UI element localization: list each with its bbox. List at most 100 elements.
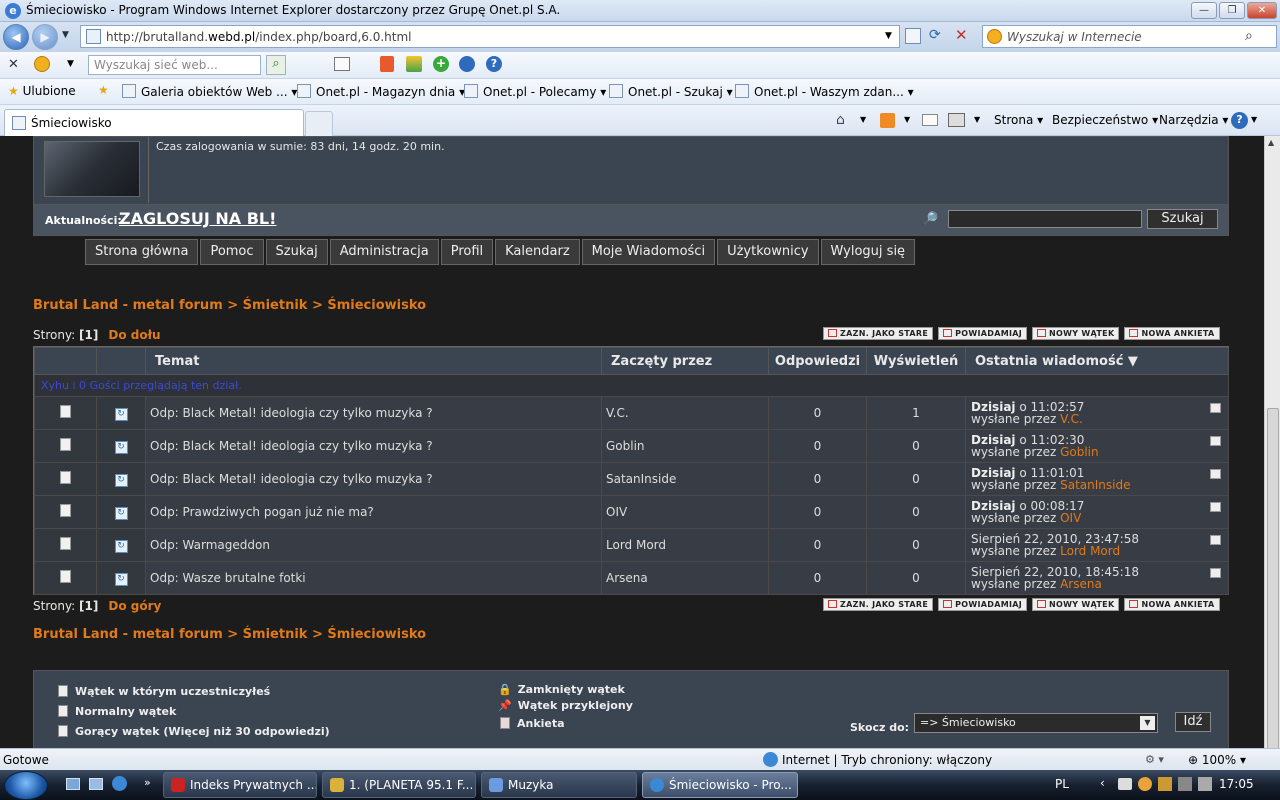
topic-author[interactable]: V.C. xyxy=(601,396,769,430)
jump-select[interactable]: => Śmieciowisko ▼ xyxy=(914,713,1158,733)
mark-read-button[interactable]: ZAZN. JAKO STARE xyxy=(823,327,934,340)
maximize-button[interactable]: ❐ xyxy=(1219,2,1245,19)
toolbar-window-icon[interactable] xyxy=(334,57,350,71)
menu-calendar[interactable]: Kalendarz xyxy=(495,239,580,265)
goto-last-icon[interactable] xyxy=(1210,403,1221,413)
tools-menu[interactable]: Narzędzia ▾ xyxy=(1159,113,1228,127)
forum-search-input[interactable] xyxy=(948,210,1142,228)
menu-users[interactable]: Użytkownicy xyxy=(717,239,819,265)
last-post-user[interactable]: SatanInside xyxy=(1060,478,1130,492)
web-search-go-icon[interactable]: ⌕ xyxy=(266,55,286,75)
tray-icon-3[interactable] xyxy=(1158,777,1172,791)
menu-home[interactable]: Strona główna xyxy=(85,239,199,265)
address-dropdown-icon[interactable]: ▼ xyxy=(885,31,892,41)
menu-search[interactable]: Szukaj xyxy=(265,239,328,265)
quicklaunch-more-icon[interactable]: » xyxy=(144,776,151,789)
clock[interactable]: 17:05 xyxy=(1219,777,1254,791)
favorite-link-5[interactable]: Onet.pl - Waszym zdan... ▾ xyxy=(735,84,914,99)
network-icon[interactable] xyxy=(1178,777,1192,791)
page-menu[interactable]: Strona ▾ xyxy=(994,113,1043,127)
taskbar-item-3[interactable]: Muzyka xyxy=(481,772,637,798)
web-search-input[interactable]: Wyszukaj sieć web... xyxy=(88,55,261,75)
rss-icon[interactable] xyxy=(880,113,895,128)
col-started[interactable]: Zaczęty przez xyxy=(601,347,769,375)
volume-icon[interactable] xyxy=(1198,777,1212,791)
col-views[interactable]: Wyświetleń xyxy=(866,347,966,375)
topic-author[interactable]: OIV xyxy=(601,495,769,529)
topic-author[interactable]: Arsena xyxy=(601,561,769,595)
favorite-link-2[interactable]: Onet.pl - Magazyn dnia ▾ xyxy=(297,84,465,99)
last-post-user[interactable]: OIV xyxy=(1060,511,1081,525)
compatibility-icon[interactable] xyxy=(905,28,921,44)
menu-profile[interactable]: Profil xyxy=(440,239,494,265)
goto-last-icon[interactable] xyxy=(1210,469,1221,479)
new-poll-button[interactable]: NOWA ANKIETA xyxy=(1124,598,1220,611)
help-menu-icon[interactable]: ? xyxy=(1231,112,1248,129)
goto-last-icon[interactable] xyxy=(1210,568,1221,578)
home-icon[interactable]: ⌂ xyxy=(836,112,845,128)
taskbar-item-1[interactable]: Indeks Prywatnych ... xyxy=(163,772,317,798)
onet-logo-icon[interactable] xyxy=(34,56,50,72)
ie-quicklaunch-icon[interactable] xyxy=(112,776,127,791)
new-poll-button[interactable]: NOWA ANKIETA xyxy=(1124,327,1220,340)
tray-icon-2[interactable] xyxy=(1138,777,1152,791)
up-link[interactable]: Do góry xyxy=(108,599,161,613)
rss-dropdown-icon[interactable]: ▼ xyxy=(904,115,910,124)
minimize-button[interactable]: — xyxy=(1191,2,1217,19)
security-menu[interactable]: Bezpieczeństwo ▾ xyxy=(1052,113,1158,127)
favorite-link-3[interactable]: Onet.pl - Polecamy ▾ xyxy=(464,84,606,99)
mail-icon[interactable] xyxy=(922,114,938,126)
back-button[interactable]: ◀ xyxy=(3,24,29,50)
topic-link[interactable]: Odp: Black Metal! ideologia czy tylko mu… xyxy=(145,396,602,430)
toolbar-bookmark-icon[interactable] xyxy=(380,56,394,72)
close-toolbar-icon[interactable]: ✕ xyxy=(8,57,19,72)
down-link[interactable]: Do dołu xyxy=(108,328,160,342)
forum-search-button[interactable]: Szukaj xyxy=(1147,209,1218,229)
help-icon[interactable]: ? xyxy=(486,56,502,72)
last-post-user[interactable]: Arsena xyxy=(1060,577,1102,591)
topic-link[interactable]: Odp: Black Metal! ideologia czy tylko mu… xyxy=(145,429,602,463)
home-dropdown-icon[interactable]: ▼ xyxy=(860,115,866,124)
favorite-link-4[interactable]: Onet.pl - Szukaj ▾ xyxy=(609,84,733,99)
vertical-scrollbar[interactable]: ▲ xyxy=(1264,136,1280,758)
topic-link[interactable]: Odp: Wasze brutalne fotki xyxy=(145,561,602,595)
menu-admin[interactable]: Administracja xyxy=(329,239,439,265)
topic-link[interactable]: Odp: Black Metal! ideologia czy tylko mu… xyxy=(145,462,602,496)
last-post-user[interactable]: Lord Mord xyxy=(1060,544,1120,558)
topic-author[interactable]: SatanInside xyxy=(601,462,769,496)
address-bar[interactable]: http://brutalland.webd.pl/index.php/boar… xyxy=(80,25,900,48)
add-favorite-icon[interactable]: ★ xyxy=(98,83,109,97)
topic-author[interactable]: Lord Mord xyxy=(601,528,769,562)
tray-expand-icon[interactable]: ‹ xyxy=(1100,776,1105,790)
stop-icon[interactable]: ✕ xyxy=(955,26,968,44)
scroll-up-icon[interactable]: ▲ xyxy=(1268,138,1274,147)
start-button[interactable] xyxy=(4,771,48,800)
toolbar-globe-icon[interactable] xyxy=(459,56,475,72)
menu-logout[interactable]: Wyloguj się xyxy=(820,239,916,265)
notify-button[interactable]: POWIADAMIAJ xyxy=(938,327,1028,340)
protected-mode-icon[interactable]: ⚙ ▾ xyxy=(1145,753,1164,766)
goto-last-icon[interactable] xyxy=(1210,502,1221,512)
search-icon[interactable]: ⌕ xyxy=(1245,28,1253,44)
taskbar-item-4[interactable]: Śmieciowisko - Pro... xyxy=(642,772,798,798)
favorite-link-1[interactable]: Galeria obiektów Web ... ▾ xyxy=(122,84,297,99)
toolbar-dropdown-icon[interactable]: ▼ xyxy=(67,59,74,69)
zoom-control[interactable]: ⊕ 100% ▾ xyxy=(1188,753,1246,767)
new-tab-button[interactable] xyxy=(305,111,333,136)
notify-button[interactable]: POWIADAMIAJ xyxy=(938,598,1028,611)
menu-help[interactable]: Pomoc xyxy=(200,239,264,265)
new-topic-button[interactable]: NOWY WĄTEK xyxy=(1032,598,1120,611)
switch-windows-icon[interactable] xyxy=(89,778,103,790)
breadcrumb-bottom[interactable]: Brutal Land - metal forum > Śmietnik > Ś… xyxy=(33,627,426,642)
new-topic-button[interactable]: NOWY WĄTEK xyxy=(1032,327,1120,340)
topic-link[interactable]: Odp: Warmageddon xyxy=(145,528,602,562)
col-last[interactable]: Ostatnia wiadomość ▼ xyxy=(965,347,1229,375)
favorites-button[interactable]: ★ Ulubione xyxy=(8,84,76,98)
tray-icon-1[interactable] xyxy=(1118,778,1132,790)
mark-read-button[interactable]: ZAZN. JAKO STARE xyxy=(823,598,934,611)
menu-messages[interactable]: Moje Wiadomości xyxy=(581,239,716,265)
language-indicator[interactable]: PL xyxy=(1055,777,1069,791)
refresh-icon[interactable]: ⟳ xyxy=(929,27,941,43)
col-replies[interactable]: Odpowiedzi xyxy=(768,347,867,375)
forward-button[interactable]: ▶ xyxy=(32,24,58,50)
